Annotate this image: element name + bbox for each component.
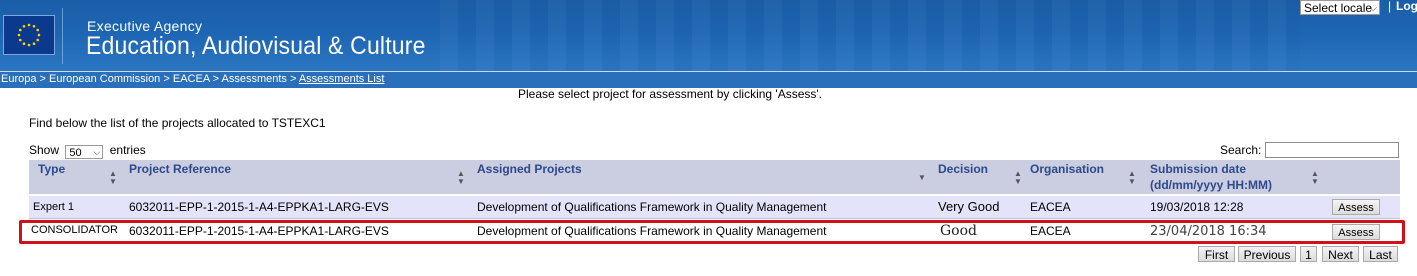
sort-icon[interactable]: ▲ ▼ xyxy=(109,170,117,186)
cell-decision: Very Good xyxy=(938,199,1000,214)
breadcrumb-item-assessments[interactable]: Assessments xyxy=(221,73,286,85)
header-link-separator: | xyxy=(1388,0,1392,13)
login-link[interactable]: Log xyxy=(1396,0,1417,13)
breadcrumb-separator: > xyxy=(286,73,299,85)
chevron-down-icon: ⌵ xyxy=(1369,3,1377,14)
column-header-type[interactable]: Type xyxy=(38,162,65,176)
column-header-date-format: (dd/mm/yyyy HH:MM) xyxy=(1150,178,1273,192)
entries-per-page-select[interactable]: 50 ⌵ xyxy=(65,145,104,159)
cell-project-reference: 6032011-EPP-1-2015-1-A4-EPPKA1-LARG-EVS xyxy=(129,200,389,214)
sort-icon[interactable]: ▲ ▼ xyxy=(1128,170,1136,186)
entries-per-page-value: 50 xyxy=(69,147,82,159)
sort-icon[interactable]: ▲ ▼ xyxy=(457,170,465,186)
breadcrumb: Europa > European Commission > EACEA > A… xyxy=(1,73,384,85)
length-menu-prefix: Show xyxy=(29,143,60,157)
chevron-down-icon: ⌵ xyxy=(93,147,101,157)
pagination-last-button[interactable]: Last xyxy=(1363,246,1398,262)
column-header-decision[interactable]: Decision xyxy=(938,162,988,176)
length-menu: Show 50 ⌵ entries xyxy=(29,143,146,159)
site-header: Executive Agency Education, Audiovisual … xyxy=(0,0,1417,71)
sort-icon[interactable]: ▲ ▼ xyxy=(1311,170,1319,186)
header-background-pattern xyxy=(440,0,1300,71)
cell-type: Expert 1 xyxy=(33,201,74,213)
list-intro-text: Find below the list of the projects allo… xyxy=(29,116,326,130)
column-header-project-reference[interactable]: Project Reference xyxy=(129,162,231,176)
pagination-next-button[interactable]: Next xyxy=(1322,246,1359,262)
breadcrumb-item-assessments-list[interactable]: Assessments List xyxy=(299,73,385,85)
cell-submission-date: 19/03/2018 12:28 xyxy=(1150,200,1244,214)
search-label: Search: xyxy=(1220,143,1262,157)
locale-select-value: Select locale xyxy=(1304,1,1373,15)
pagination-previous-button[interactable]: Previous xyxy=(1238,246,1296,262)
assess-button[interactable]: Assess xyxy=(1332,199,1380,215)
cell-organisation: EACEA xyxy=(1030,200,1071,214)
column-header-organisation[interactable]: Organisation xyxy=(1030,162,1104,176)
breadcrumb-bar: Europa > European Commission > EACEA > A… xyxy=(0,71,1417,88)
row-highlight-annotation xyxy=(19,220,1405,244)
table-row: Expert 1 6032011-EPP-1-2015-1-A4-EPPKA1-… xyxy=(29,196,1400,219)
breadcrumb-item-european-commission[interactable]: European Commission xyxy=(49,73,160,85)
breadcrumb-separator: > xyxy=(36,73,50,85)
breadcrumb-separator: > xyxy=(209,73,222,85)
column-header-submission-date[interactable]: Submission date xyxy=(1150,162,1246,176)
sort-descending-icon[interactable]: ▼ xyxy=(918,174,926,182)
header-divider xyxy=(62,8,63,64)
search-input[interactable] xyxy=(1265,142,1399,158)
site-title: Education, Audiovisual & Culture xyxy=(86,32,426,60)
column-header-assigned-projects[interactable]: Assigned Projects xyxy=(477,162,582,176)
instruction-text: Please select project for assessment by … xyxy=(517,87,823,101)
sort-icon[interactable]: ▲ ▼ xyxy=(1014,170,1022,186)
pagination-first-button[interactable]: First xyxy=(1198,246,1235,262)
locale-select[interactable]: Select locale ⌵ xyxy=(1300,0,1380,15)
eu-flag-logo xyxy=(3,15,55,55)
pagination-page-button[interactable]: 1 xyxy=(1300,246,1317,262)
length-menu-suffix: entries xyxy=(109,143,146,157)
table-header: Type ▲ ▼ Project Reference ▲ ▼ Assigned Pr… xyxy=(29,160,1400,194)
cell-assigned-project: Development of Qualifications Framework … xyxy=(477,200,827,214)
breadcrumb-item-eacea[interactable]: EACEA xyxy=(173,73,210,85)
breadcrumb-item-europa[interactable]: Europa xyxy=(1,73,36,85)
breadcrumb-separator: > xyxy=(160,73,173,85)
